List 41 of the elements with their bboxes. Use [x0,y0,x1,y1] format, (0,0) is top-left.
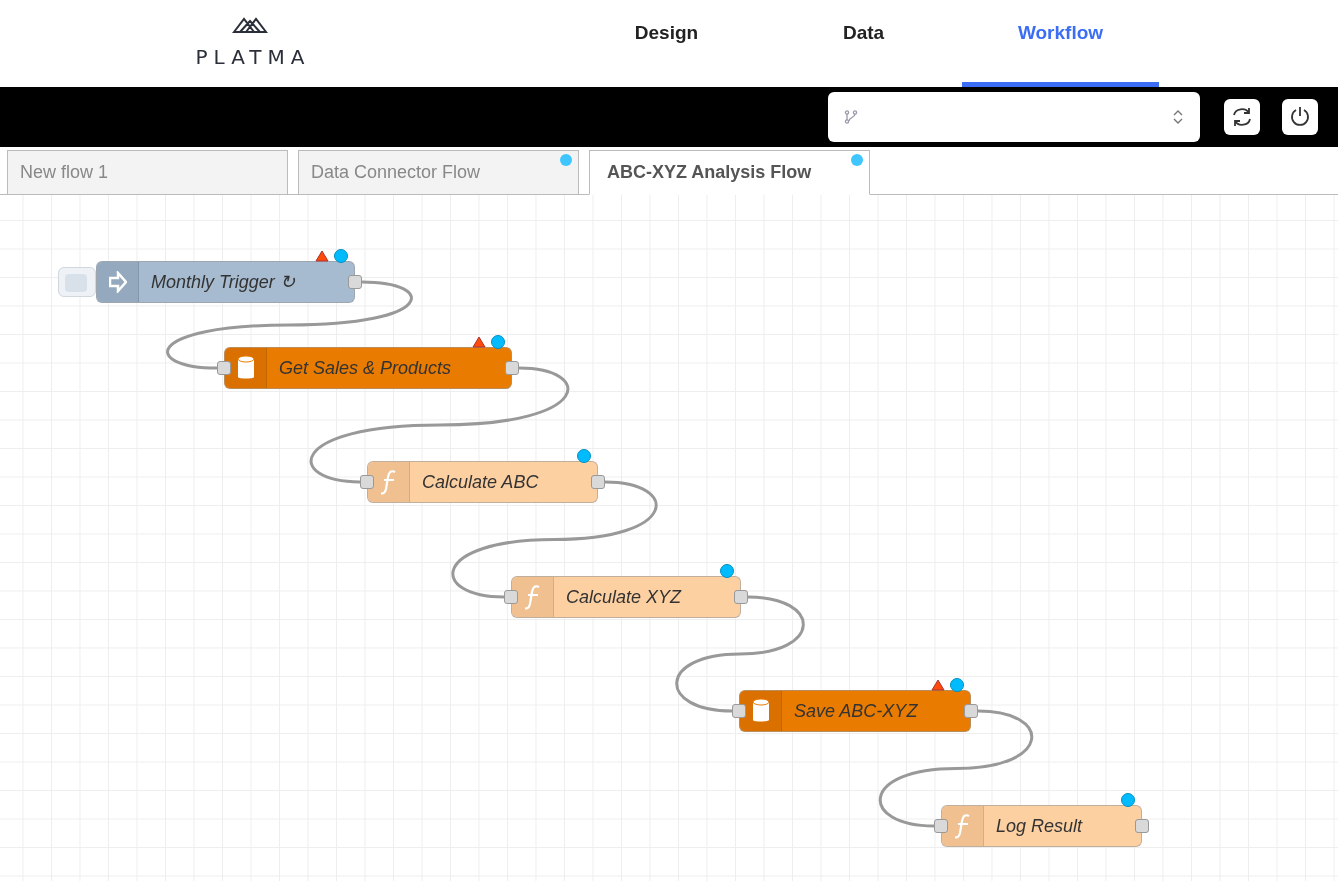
arrow-icon [108,271,127,293]
flow-node[interactable]: Calculate XYZ [511,576,741,618]
function-icon [954,813,971,839]
nav-tab[interactable]: Design [568,0,765,87]
inject-trigger-button[interactable] [58,267,96,297]
input-port[interactable] [217,361,231,375]
output-port[interactable] [734,590,748,604]
flow-node[interactable]: Log Result [941,805,1142,847]
flow-node[interactable]: Save ABC-XYZ [739,690,971,732]
output-port[interactable] [591,475,605,489]
database-icon [751,698,770,724]
node-label: Monthly Trigger ↻ [150,270,295,294]
power-button[interactable] [1282,99,1318,135]
flow-node[interactable]: Get Sales & Products [224,347,512,389]
refresh-icon [1230,105,1254,129]
output-port[interactable] [1135,819,1149,833]
flow-node[interactable]: Calculate ABC [367,461,598,503]
node-label: Log Result [995,814,1083,838]
chevrons-icon [1172,109,1184,125]
logo-wordmark: PLATMA [194,43,311,71]
input-port[interactable] [504,590,518,604]
flow-node[interactable]: Monthly Trigger ↻ [96,261,355,303]
output-port[interactable] [505,361,519,375]
output-port[interactable] [348,275,362,289]
flow-tab[interactable]: ABC-XYZ Analysis Flow [589,150,870,195]
nav-tab[interactable]: Data [765,0,962,87]
input-port[interactable] [360,475,374,489]
function-icon [524,584,541,610]
input-port[interactable] [934,819,948,833]
node-label: Get Sales & Products [278,356,452,380]
node-label: Calculate ABC [421,470,539,494]
power-icon [1288,105,1312,129]
input-port[interactable] [732,704,746,718]
output-port[interactable] [964,704,978,718]
node-label: Calculate XYZ [565,585,682,609]
node-label: Save ABC-XYZ [793,699,918,723]
database-icon [236,355,255,381]
mountain-logo-icon [232,15,268,34]
branch-icon [844,110,858,124]
refresh-button[interactable] [1224,99,1260,135]
function-icon [380,469,397,495]
